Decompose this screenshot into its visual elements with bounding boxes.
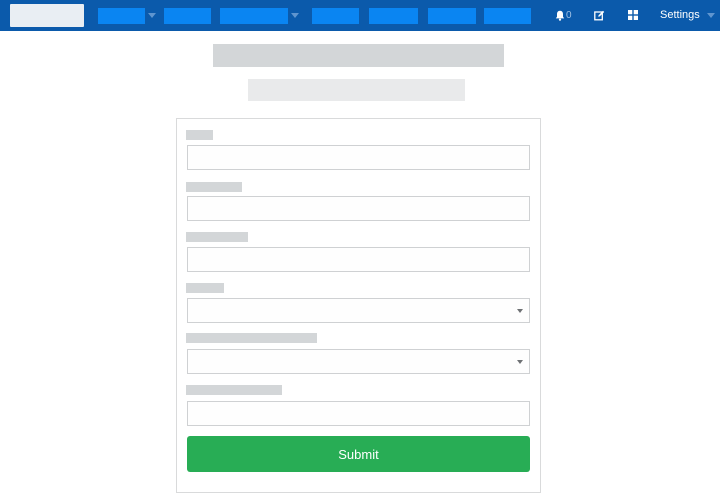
text-input-4[interactable] xyxy=(187,401,530,426)
top-navbar: 0 Settings xyxy=(0,0,720,31)
settings-menu[interactable]: Settings xyxy=(660,7,715,23)
notification-count: 0 xyxy=(566,9,572,21)
field-label-1 xyxy=(186,130,213,140)
caret-down-icon xyxy=(517,309,523,313)
chevron-down-icon[interactable] xyxy=(291,13,299,18)
page-title xyxy=(213,44,504,67)
field-label-5 xyxy=(186,333,317,343)
apps-button[interactable] xyxy=(628,7,638,23)
settings-label: Settings xyxy=(660,9,700,21)
nav-item-3[interactable] xyxy=(220,8,288,24)
caret-down-icon xyxy=(517,360,523,364)
notifications-button[interactable]: 0 xyxy=(555,7,572,23)
chevron-down-icon xyxy=(706,12,715,18)
nav-item-4[interactable] xyxy=(312,8,359,24)
text-input-1[interactable] xyxy=(187,145,530,170)
nav-item-6[interactable] xyxy=(428,8,476,24)
field-label-3 xyxy=(186,232,248,242)
submit-button[interactable]: Submit xyxy=(187,436,530,472)
select-input-1[interactable] xyxy=(187,298,530,323)
select-input-2[interactable] xyxy=(187,349,530,374)
page-subtitle xyxy=(248,79,465,101)
edit-button[interactable] xyxy=(594,7,605,23)
nav-item-7[interactable] xyxy=(484,8,531,24)
field-label-6 xyxy=(186,385,282,395)
text-input-2[interactable] xyxy=(187,196,530,221)
nav-item-5[interactable] xyxy=(369,8,418,24)
chevron-down-icon[interactable] xyxy=(148,13,156,18)
nav-item-2[interactable] xyxy=(164,8,211,24)
bell-icon xyxy=(555,10,565,21)
field-label-2 xyxy=(186,182,242,192)
pencil-square-icon xyxy=(594,10,605,20)
field-label-4 xyxy=(186,283,224,293)
text-input-3[interactable] xyxy=(187,247,530,272)
grid-icon xyxy=(628,10,638,20)
logo[interactable] xyxy=(10,4,84,27)
nav-item-1[interactable] xyxy=(98,8,145,24)
